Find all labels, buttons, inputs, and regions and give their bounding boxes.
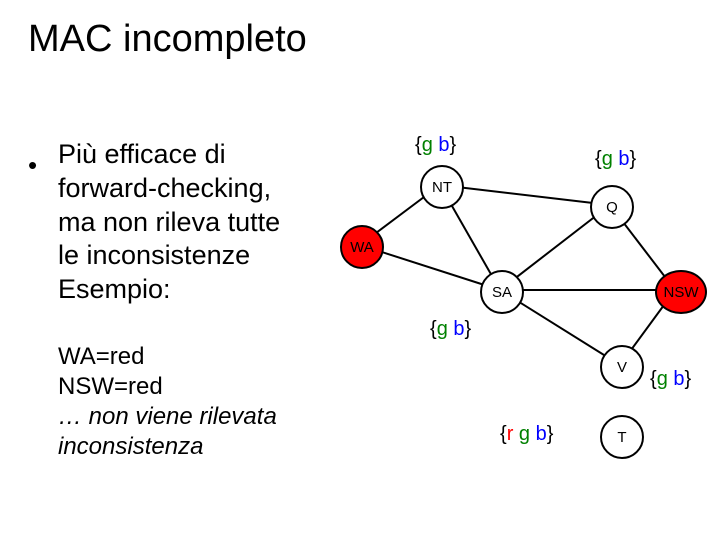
conclusion: … non viene rilevata inconsistenza [58,402,318,462]
domain-nt: {g b} [415,134,456,157]
assign-nsw: NSW=red [58,372,318,402]
node-q: Q [590,185,634,229]
assign-wa: WA=red [58,342,318,372]
node-t-label: T [617,429,626,446]
domain-t: {r g b} [500,423,553,446]
node-wa-label: WA [350,239,374,256]
slide-title: MAC incompleto [28,18,307,61]
body-text: Più efficace di forward-checking, ma non… [58,138,308,307]
node-v: V [600,345,644,389]
node-q-label: Q [606,199,618,216]
bullet-marker: • [28,150,37,181]
domain-sa: {g b} [430,318,471,341]
australia-graph: WA NT Q SA NSW V T {g b} {g b} {g b} {g … [320,130,720,510]
domain-v: {g b} [650,368,691,391]
node-nsw: NSW [655,270,707,314]
node-v-label: V [617,359,627,376]
node-sa: SA [480,270,524,314]
node-sa-label: SA [492,284,512,301]
node-nt-label: NT [432,179,452,196]
graph-edges [320,130,720,510]
domain-q: {g b} [595,148,636,171]
node-t: T [600,415,644,459]
node-nt: NT [420,165,464,209]
node-nsw-label: NSW [664,284,699,301]
example-text: WA=red NSW=red … non viene rilevata inco… [58,342,318,462]
node-wa: WA [340,225,384,269]
